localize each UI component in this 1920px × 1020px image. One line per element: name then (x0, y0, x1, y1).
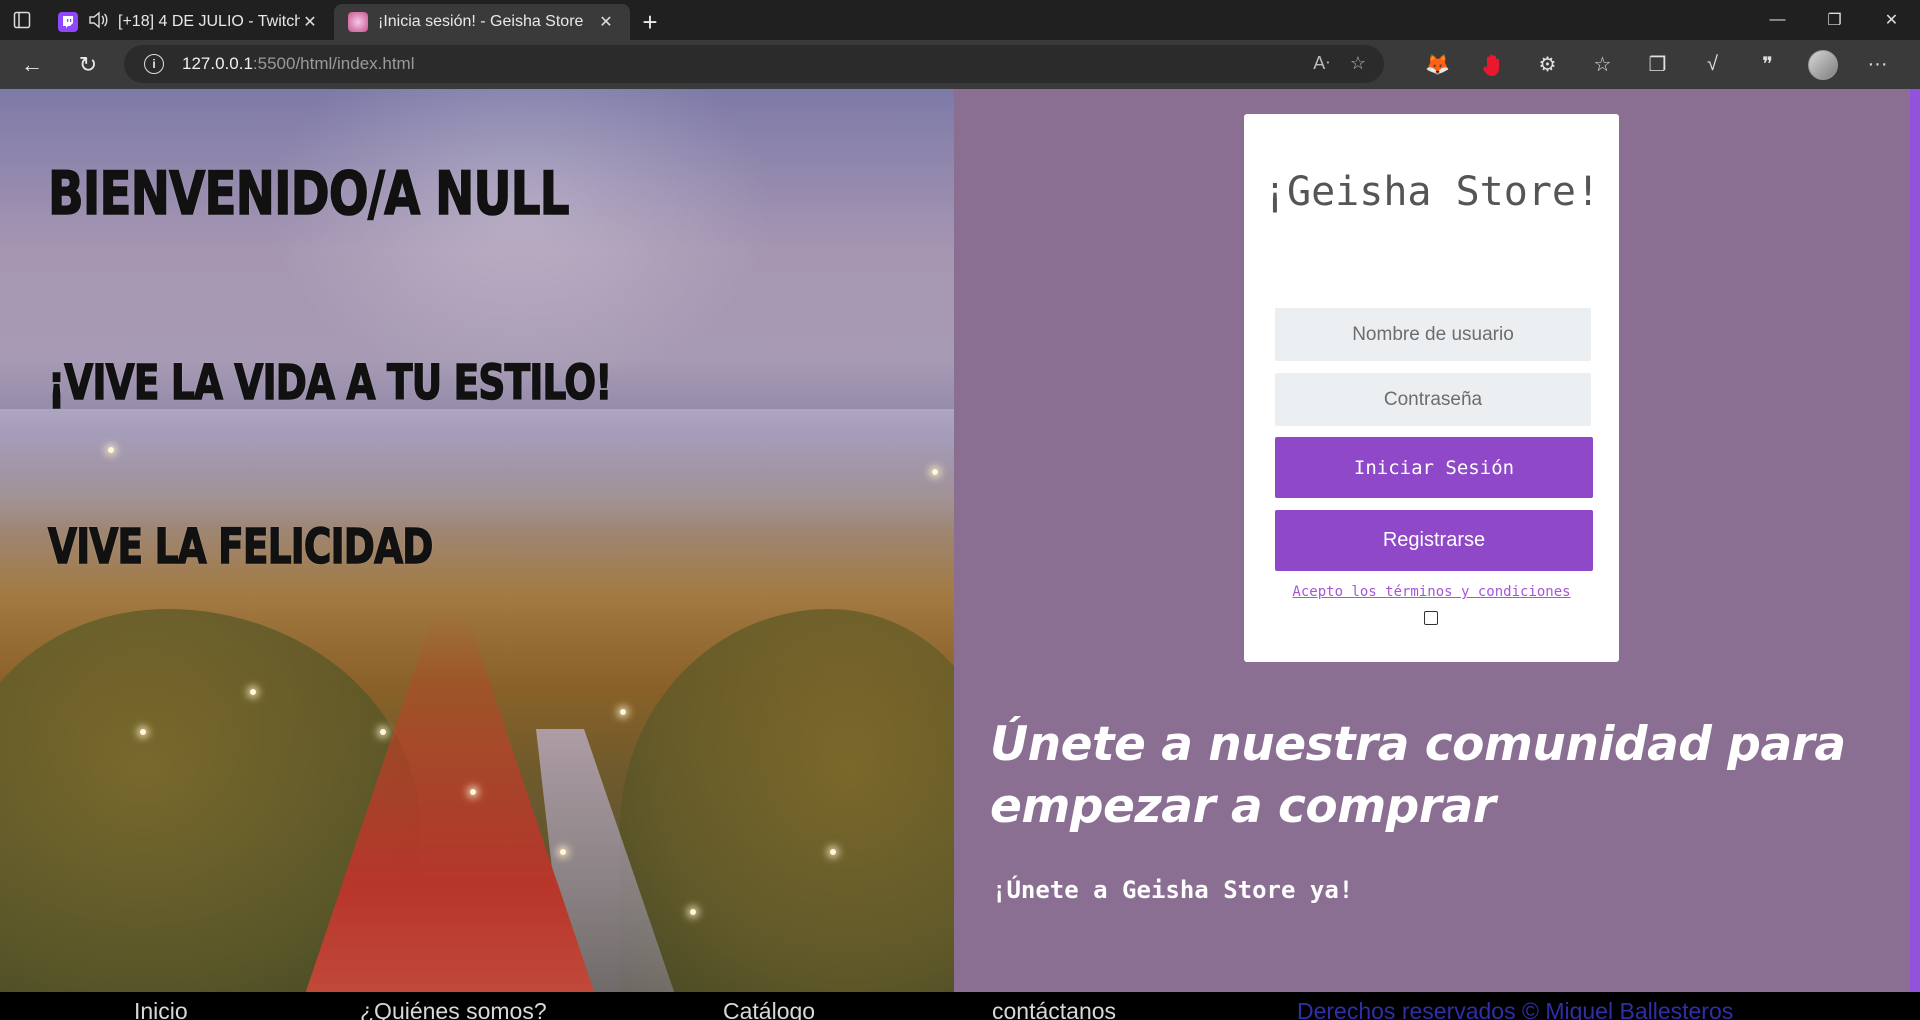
speaker-icon[interactable] (88, 11, 108, 34)
avatar (1807, 49, 1838, 80)
favorite-add-icon[interactable]: ☆ (1350, 53, 1366, 74)
join-subtitle: ¡Únete a Geisha Store ya! (992, 876, 1354, 904)
join-headline: Únete a nuestra comunidad para empezar a… (990, 717, 1846, 834)
quote-icon[interactable]: ❞ (1740, 45, 1795, 85)
terms-checkbox[interactable] (1424, 611, 1438, 625)
extensions-puzzle-icon[interactable]: ⚙ (1520, 45, 1575, 85)
sparkle (140, 729, 146, 735)
browser-tab-strip: [+18] 4 DE JULIO - Twitch ✕ ¡Inicia sesi… (0, 0, 1920, 40)
accent-bar (1910, 89, 1920, 992)
restore-button[interactable]: ❐ (1806, 0, 1863, 40)
sparkle (250, 689, 256, 695)
footer-link-quienes-somos[interactable]: ¿Quiénes somos? (360, 998, 547, 1020)
address-bar-row: ← ↻ i 127.0.0.1:5500/html/index.html Aᐧ … (0, 40, 1920, 89)
refresh-icon: ↻ (78, 51, 98, 77)
tab-actions-icon (13, 11, 31, 29)
url-path: :5500/html/index.html (252, 54, 415, 73)
welcome-heading: BIENVENIDO/A NULL (47, 158, 570, 230)
sky-haze (0, 409, 954, 529)
plus-icon: + (642, 6, 658, 37)
new-tab-button[interactable]: + (630, 4, 670, 40)
read-aloud-icon[interactable]: Aᐧ (1313, 53, 1330, 74)
tab-geisha-store[interactable]: ¡Inicia sesión! - Geisha Store ✕ (334, 4, 630, 40)
footer-link-inicio[interactable]: Inicio (134, 998, 188, 1020)
sparkle (620, 709, 626, 715)
extensions-toolbar: 🦊 ⚙ ☆ ❐ √ ❞ ··· (1410, 40, 1905, 89)
sparkle (380, 729, 386, 735)
register-button[interactable]: Registrarse (1275, 510, 1593, 571)
login-card: ¡Geisha Store! Iniciar Sesión Registrars… (1244, 114, 1619, 662)
close-tab-icon[interactable]: ✕ (596, 12, 616, 32)
page-viewport: BIENVENIDO/A NULL ¡VIVE LA VIDA A TU EST… (0, 89, 1920, 1020)
site-info-icon[interactable]: i (144, 54, 164, 74)
twitch-icon (58, 12, 78, 32)
metamask-extension-icon[interactable]: 🦊 (1410, 45, 1465, 85)
happiness-heading: VIVE LA FELICIDAD (47, 518, 434, 576)
url-host: 127.0.0.1 (182, 54, 253, 73)
refresh-button[interactable]: ↻ (64, 45, 112, 85)
sparkle (932, 469, 938, 475)
terms-link[interactable]: Acepto los términos y condiciones (1244, 584, 1619, 600)
footer-link-catalogo[interactable]: Catálogo (723, 998, 815, 1020)
tab-title: ¡Inicia sesión! - Geisha Store (378, 13, 584, 30)
close-tab-icon[interactable]: ✕ (300, 12, 320, 32)
profile-button[interactable] (1795, 45, 1850, 85)
tab-actions-button[interactable] (0, 0, 44, 40)
close-window-button[interactable]: ✕ (1863, 0, 1920, 40)
geisha-favicon (348, 12, 368, 32)
favorites-icon[interactable]: ☆ (1575, 45, 1630, 85)
back-arrow-icon: ← (21, 51, 43, 77)
password-field[interactable] (1275, 373, 1591, 426)
collections-icon[interactable]: ❐ (1630, 45, 1685, 85)
url-bar[interactable]: i 127.0.0.1:5500/html/index.html Aᐧ ☆ (124, 45, 1384, 83)
store-title: ¡Geisha Store! (1262, 169, 1601, 215)
sparkle (470, 789, 476, 795)
sparkle (108, 447, 114, 453)
sparkle (560, 849, 566, 855)
math-solver-icon[interactable]: √ (1685, 45, 1740, 85)
login-button[interactable]: Iniciar Sesión (1275, 437, 1593, 498)
username-field[interactable] (1275, 308, 1591, 361)
minimize-button[interactable]: — (1749, 0, 1806, 40)
footer-link-contactanos[interactable]: contáctanos (992, 998, 1116, 1020)
tab-twitch[interactable]: [+18] 4 DE JULIO - Twitch ✕ (44, 4, 334, 40)
more-menu-icon[interactable]: ··· (1850, 45, 1905, 85)
sparkle (830, 849, 836, 855)
window-controls: — ❐ ✕ (1749, 0, 1920, 40)
footer: Inicio ¿Quiénes somos? Catálogo contácta… (0, 992, 1920, 1020)
adblock-extension-icon[interactable] (1465, 45, 1520, 85)
back-button[interactable]: ← (8, 45, 56, 85)
copyright-text: Derechos reservados © Miguel Ballesteros (1297, 998, 1734, 1020)
tab-title: [+18] 4 DE JULIO - Twitch (118, 13, 300, 30)
sparkle (690, 909, 696, 915)
hero-background: BIENVENIDO/A NULL ¡VIVE LA VIDA A TU EST… (0, 89, 954, 992)
live-style-heading: ¡VIVE LA VIDA A TU ESTILO! (47, 354, 613, 412)
forest-right (620, 609, 954, 992)
